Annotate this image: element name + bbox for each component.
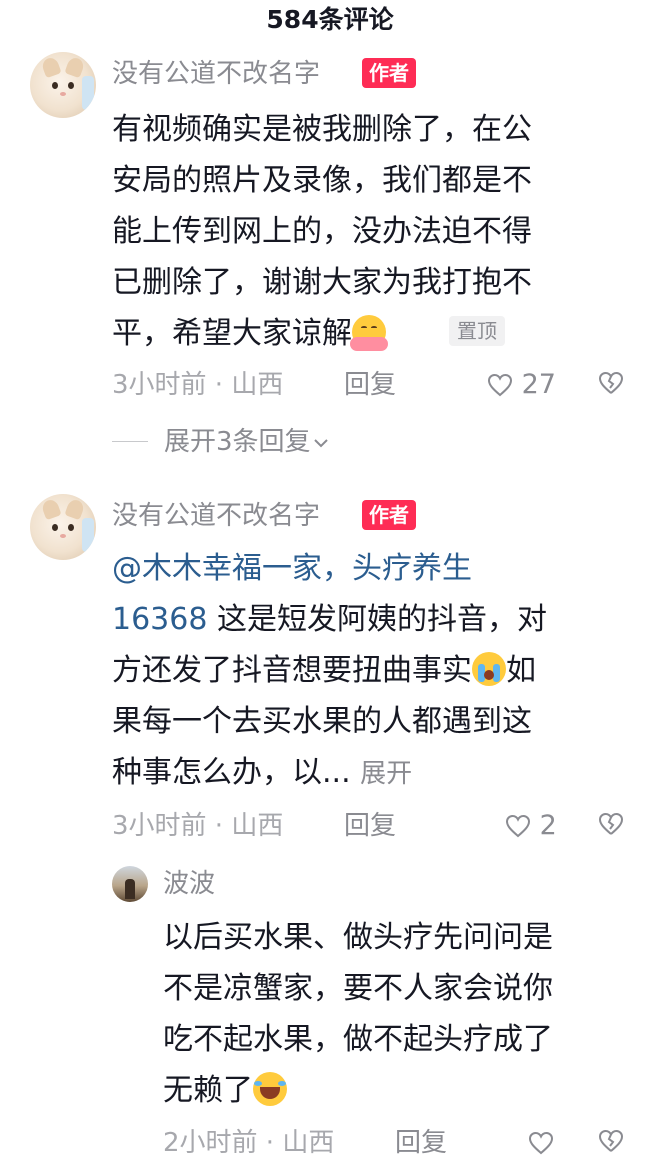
reply-time-location: 2小时前 · 山西	[163, 1128, 335, 1158]
reply-avatar[interactable]	[112, 866, 148, 902]
comment-username[interactable]: 没有公道不改名字	[112, 500, 320, 532]
reply-button[interactable]: 回复	[344, 369, 396, 401]
like-count: 27	[521, 369, 556, 400]
crying-emoji	[472, 652, 506, 686]
heart-icon	[505, 814, 531, 838]
laughing-emoji	[253, 1072, 287, 1106]
mention-link[interactable]: 16368	[112, 602, 207, 637]
like-button[interactable]	[528, 1127, 554, 1159]
broken-heart-icon	[598, 371, 624, 394]
reply-button[interactable]: 回复	[344, 810, 396, 842]
heart-icon	[487, 373, 513, 397]
comments-count-title: 584条评论	[266, 5, 394, 34]
avatar[interactable]	[30, 52, 96, 118]
mention-link[interactable]: @木木幸福一家，头疗养生	[112, 543, 547, 594]
pinned-badge: 置顶	[449, 316, 505, 346]
comment-time-location: 3小时前 · 山西	[112, 370, 284, 400]
comment-text: @木木幸福一家，头疗养生 16368 这是短发阿姨的抖音，对 方还发了抖音想要扭…	[112, 543, 547, 798]
expand-text-button[interactable]: 展开	[360, 759, 412, 789]
dislike-button[interactable]	[598, 1129, 624, 1157]
author-badge: 作者	[362, 500, 416, 530]
reply-username[interactable]: 波波	[163, 868, 215, 900]
hug-emoji	[350, 315, 388, 351]
comment-username[interactable]: 没有公道不改名字	[112, 58, 320, 90]
expand-replies-button[interactable]: 展开3条回复	[112, 426, 329, 458]
author-badge: 作者	[362, 58, 416, 88]
like-count: 2	[539, 810, 557, 841]
dislike-button[interactable]	[598, 371, 624, 399]
broken-heart-icon	[598, 812, 624, 835]
reply-text: 以后买水果、做头疗先问问是 不是凉蟹家，要不人家会说你 吃不起水果，做不起头疗成…	[163, 920, 553, 1108]
broken-heart-icon	[598, 1129, 624, 1152]
dislike-button[interactable]	[598, 812, 624, 840]
chevron-down-icon	[313, 439, 328, 448]
avatar[interactable]	[30, 494, 96, 560]
heart-icon	[528, 1131, 554, 1155]
like-button[interactable]: 27	[487, 369, 556, 401]
comment-time-location: 3小时前 · 山西	[112, 811, 284, 841]
like-button[interactable]: 2	[505, 810, 557, 842]
reply-button[interactable]: 回复	[395, 1127, 447, 1159]
